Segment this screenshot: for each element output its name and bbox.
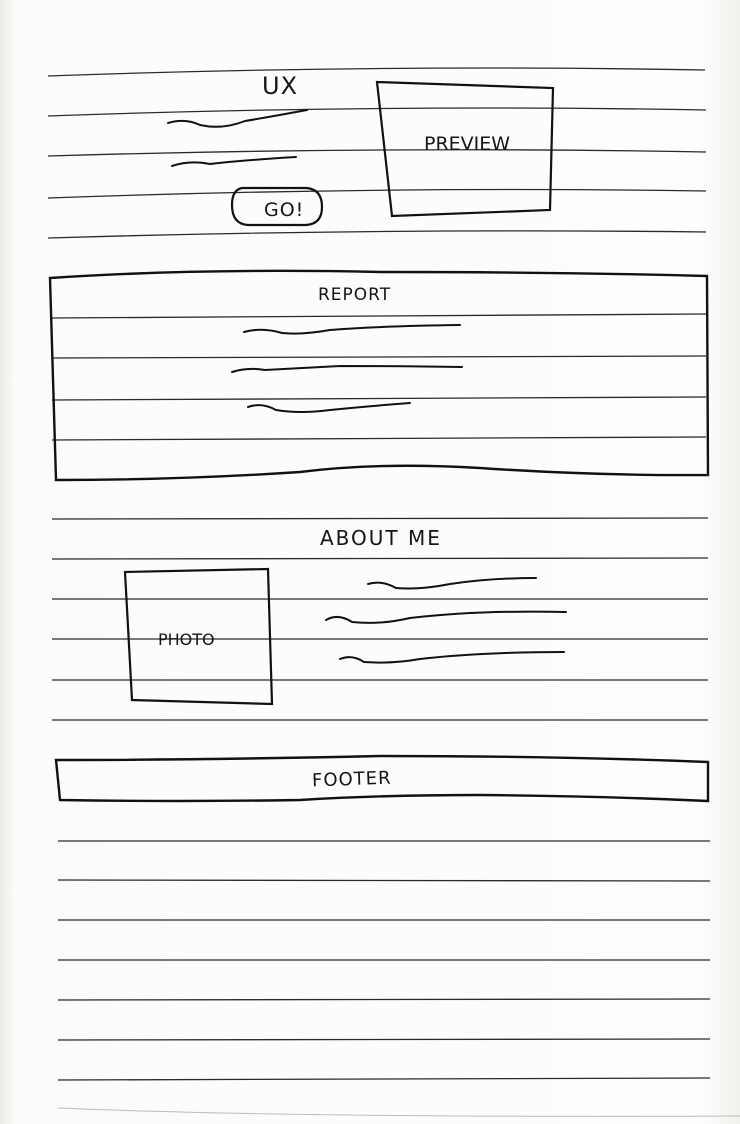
ruled-line [47,149,707,157]
scribble-line [325,610,567,624]
ruled-line [57,998,711,1001]
about-text-placeholders [325,577,567,664]
ruled-line [47,67,706,77]
ruled-line [51,436,707,441]
scribble-line [231,364,463,373]
report-title: REPORT [318,285,392,305]
ruled-line [51,355,707,359]
wireframe-sketch [47,67,740,1117]
scribble-line [339,651,565,664]
footer-label: FOOTER [311,767,392,792]
header-text-placeholders [167,109,308,167]
ruled-line [47,107,707,117]
ruled-line [57,1038,711,1041]
ruled-line [47,188,707,199]
page-bottom-edge [57,1107,740,1117]
ruled-line [51,557,709,560]
preview-label: PREVIEW [424,133,511,155]
ruled-line [57,1077,711,1081]
scribble-line [247,402,411,413]
ruled-line [57,879,711,882]
go-button[interactable]: GO! [264,199,304,221]
scribble-line [243,324,461,335]
ruled-line [51,517,709,520]
notebook-page: UX PREVIEW GO! REPORT ABOUT ME PHOTO FOO… [0,0,740,1124]
ruled-line [51,396,707,401]
scribble-line [367,577,537,590]
page-title: UX [262,72,299,100]
scribble-line [171,156,297,167]
about-title: ABOUT ME [320,526,442,550]
scribble-line [167,109,308,128]
ruled-lines [47,67,711,1081]
ruled-line [51,313,707,319]
photo-label: PHOTO [158,630,215,649]
ruled-line [47,230,707,239]
